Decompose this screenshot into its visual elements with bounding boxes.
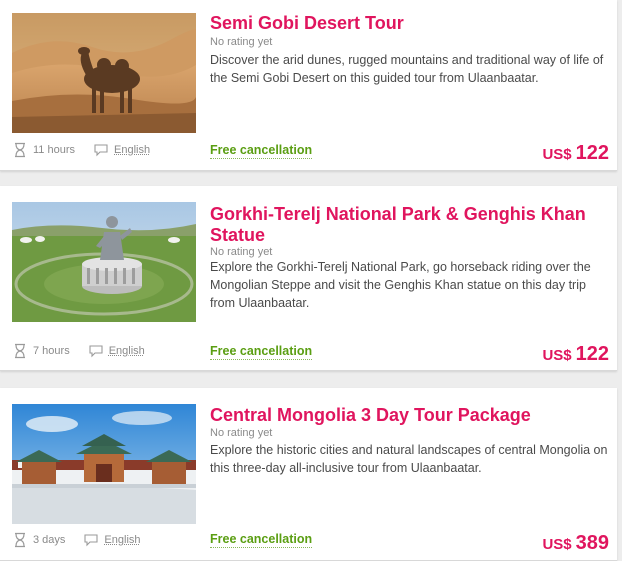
tour-card[interactable]: Gorkhi-Terelj National Park & Genghis Kh…: [0, 186, 617, 371]
description-text: Explore the Gorkhi-Terelj National Park,…: [210, 260, 591, 310]
price-amount: 122: [575, 142, 609, 164]
price-currency: US$: [542, 146, 572, 163]
tour-image-camel[interactable]: [12, 13, 196, 133]
speech-bubble-icon: [83, 532, 99, 548]
rating-text: No rating yet: [210, 36, 273, 48]
tour-meta: 3 days English: [12, 532, 141, 548]
tour-price: US$ 122: [542, 142, 609, 165]
rating-text: No rating yet: [210, 427, 273, 439]
free-cancellation-link[interactable]: Free cancellation: [210, 532, 313, 548]
tour-title[interactable]: Gorkhi-Terelj National Park & Genghis Kh…: [210, 204, 610, 246]
tour-description: Explore the historic cities and natural …: [210, 441, 610, 477]
tour-card[interactable]: Central Mongolia 3 Day Tour Package No r…: [0, 388, 617, 561]
tour-description: Explore the Gorkhi-Terelj National Park,…: [210, 258, 610, 312]
language-link[interactable]: English: [109, 345, 145, 357]
tour-meta: 11 hours English: [12, 142, 150, 158]
price-amount: 122: [575, 343, 609, 365]
price-amount: 389: [575, 532, 609, 554]
free-cancellation-link[interactable]: Free cancellation: [210, 344, 313, 360]
tour-card[interactable]: Semi Gobi Desert Tour No rating yet Disc…: [0, 0, 617, 171]
free-cancellation-link[interactable]: Free cancellation: [210, 143, 313, 159]
tour-image-monastery[interactable]: [12, 404, 196, 524]
description-text: Discover the arid dunes, rugged mountain…: [210, 53, 604, 85]
price-currency: US$: [542, 347, 572, 364]
description-text: Explore the historic cities and natural …: [210, 443, 608, 475]
duration-text: 3 days: [33, 534, 66, 546]
tour-image-genghis-statue[interactable]: [12, 202, 196, 322]
speech-bubble-icon: [88, 343, 104, 359]
tour-meta: 7 hours English: [12, 343, 145, 359]
tour-title[interactable]: Central Mongolia 3 Day Tour Package: [210, 405, 610, 426]
language-link[interactable]: English: [114, 144, 150, 156]
price-currency: US$: [542, 536, 572, 553]
hourglass-icon: [12, 532, 28, 548]
tour-list: Semi Gobi Desert Tour No rating yet Disc…: [0, 0, 622, 561]
tour-price: US$ 389: [542, 532, 609, 555]
rating-text: No rating yet: [210, 246, 273, 258]
tour-title[interactable]: Semi Gobi Desert Tour: [210, 13, 610, 34]
tour-price: US$ 122: [542, 343, 609, 366]
speech-bubble-icon: [93, 142, 109, 158]
language-link[interactable]: English: [104, 534, 140, 546]
duration-text: 7 hours: [33, 345, 70, 357]
hourglass-icon: [12, 343, 28, 359]
tour-description: Discover the arid dunes, rugged mountain…: [210, 51, 610, 87]
hourglass-icon: [12, 142, 28, 158]
duration-text: 11 hours: [33, 144, 75, 156]
